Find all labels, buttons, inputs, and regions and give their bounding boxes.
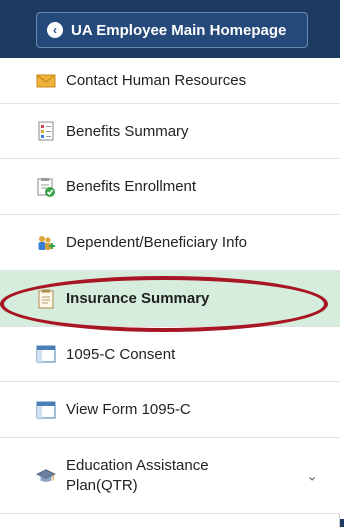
menu-item-label: Benefits Summary <box>66 122 189 140</box>
menu-item-label: View Form 1095-C <box>66 401 191 418</box>
chevron-down-icon[interactable]: ⌄ <box>306 467 318 484</box>
header-right-edge <box>340 0 352 58</box>
back-button-label: UA Employee Main Homepage <box>71 21 287 39</box>
graduation-cap-icon <box>36 466 56 486</box>
clipboard-icon <box>36 289 56 309</box>
menu-item-insurance-summary[interactable]: Insurance Summary <box>0 271 340 327</box>
envelope-icon <box>36 71 56 91</box>
menu-item-label: Benefits Enrollment <box>66 178 197 195</box>
menu-item-label: Dependent/Beneficiary Info <box>66 234 247 251</box>
menu-item-education-assistance-plan[interactable]: Education Assistance Plan(QTR) ⌄ <box>0 438 340 514</box>
menu-item-label: Education Assistance Plan(QTR) <box>66 456 209 494</box>
menu-item-label: Insurance Summary <box>66 290 210 307</box>
window-icon <box>36 400 56 420</box>
menu-item-contact-human-resources[interactable]: Contact Human Resources <box>0 58 340 104</box>
menu-item-1095c-consent[interactable]: 1095-C Consent <box>0 327 340 382</box>
people-plus-icon <box>36 233 56 253</box>
back-chevron-icon: ‹ <box>47 22 63 38</box>
enrollment-checklist-icon <box>36 177 56 197</box>
corner-marker <box>340 519 344 527</box>
benefits-summary-icon <box>36 121 56 141</box>
menu-item-benefits-summary[interactable]: Benefits Summary <box>0 104 340 159</box>
back-to-homepage-button[interactable]: ‹ UA Employee Main Homepage <box>36 12 308 48</box>
menu-item-label: Contact Human Resources <box>66 72 247 89</box>
menu-item-label: 1095-C Consent <box>66 345 176 363</box>
navigation-menu: Contact Human Resources Benefits Summary <box>0 58 340 528</box>
menu-item-view-form-1095c[interactable]: View Form 1095-C <box>0 382 340 438</box>
menu-item-benefits-enrollment[interactable]: Benefits Enrollment <box>0 159 340 215</box>
top-bar: ‹ UA Employee Main Homepage <box>0 0 352 60</box>
menu-item-dependent-beneficiary-info[interactable]: Dependent/Beneficiary Info <box>0 215 340 271</box>
window-icon <box>36 344 56 364</box>
